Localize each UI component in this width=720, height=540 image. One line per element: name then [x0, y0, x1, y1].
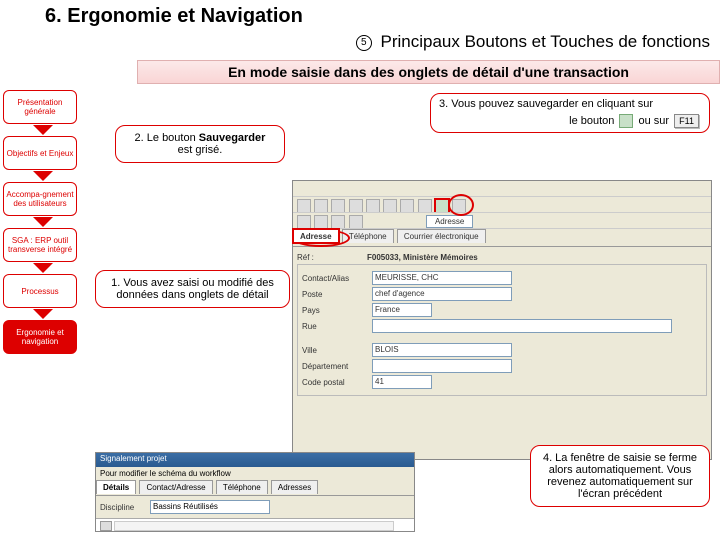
pays-label: Pays	[302, 306, 372, 315]
ref-value: F005033, Ministère Mémoires	[367, 253, 478, 262]
dept-label: Département	[302, 362, 372, 371]
ville-input[interactable]: BLOIS	[372, 343, 512, 357]
toolbar-button[interactable]	[349, 199, 363, 213]
mini-titlebar: Signalement projet	[96, 453, 414, 467]
toolbar-button[interactable]	[314, 199, 328, 213]
mode-banner: En mode saisie dans des onglets de détai…	[137, 60, 720, 84]
poste-input[interactable]: chef d'agence	[372, 287, 512, 301]
toolbar-button[interactable]	[297, 215, 311, 229]
menubar	[293, 181, 711, 197]
toolbar-button[interactable]	[331, 215, 345, 229]
toolbar-2: Adresse	[293, 213, 711, 229]
mini-tab-contact[interactable]: Contact/Adresse	[139, 480, 212, 494]
callout-3-line1: 3. Vous pouvez sauvegarder en cliquant s…	[439, 98, 701, 110]
save-icon	[619, 114, 633, 128]
toolbar-button[interactable]	[383, 199, 397, 213]
toolbar-button[interactable]	[452, 199, 466, 213]
cp-label: Code postal	[302, 378, 372, 387]
rue-label: Rue	[302, 322, 372, 331]
chevron-down-icon	[33, 263, 53, 273]
sidebar-item-presentation[interactable]: Présentation générale	[3, 90, 77, 124]
callout-3-pre: le bouton	[569, 115, 614, 127]
subtitle: 5 Principaux Boutons et Touches de fonct…	[356, 32, 710, 52]
contact-label: Contact/Alias	[302, 274, 372, 283]
chevron-down-icon	[33, 309, 53, 319]
cp-input[interactable]: 41	[372, 375, 432, 389]
poste-label: Poste	[302, 290, 372, 299]
sidebar-item-objectifs[interactable]: Objectifs et Enjeux	[3, 136, 77, 170]
callout-2-post: est grisé.	[178, 144, 223, 156]
callout-2: 2. Le bouton Sauvegarder est grisé.	[115, 125, 285, 163]
toolbar-button[interactable]	[314, 215, 328, 229]
mini-hint: Pour modifier le schéma du workflow	[96, 467, 414, 480]
subtitle-text: Principaux Boutons et Touches de fonctio…	[380, 32, 710, 51]
toolbar-button[interactable]	[331, 199, 345, 213]
f11-key: F11	[674, 114, 699, 128]
callout-1: 1. Vous avez saisi ou modifié des donnée…	[95, 270, 290, 308]
mini-window: Signalement projet Pour modifier le sché…	[95, 452, 415, 532]
sidebar-item-sga[interactable]: SGA : ERP outil transverse intégré	[3, 228, 77, 262]
callout-3: 3. Vous pouvez sauvegarder en cliquant s…	[430, 93, 710, 133]
toolbar-button[interactable]	[297, 199, 311, 213]
mini-discipline-label: Discipline	[100, 503, 150, 512]
mini-tab-details[interactable]: Détails	[96, 480, 136, 494]
dept-input[interactable]	[372, 359, 512, 373]
tab-courrier[interactable]: Courrier électronique	[397, 229, 486, 243]
ville-label: Ville	[302, 346, 372, 355]
ref-label: Réf :	[297, 253, 367, 262]
pays-input[interactable]: France	[372, 303, 432, 317]
adresse-button[interactable]: Adresse	[426, 215, 473, 228]
chevron-down-icon	[33, 171, 53, 181]
subtitle-number: 5	[356, 35, 372, 51]
sidebar-item-processus[interactable]: Processus	[3, 274, 77, 308]
toolbar-button[interactable]	[349, 215, 363, 229]
mini-tab-adr[interactable]: Adresses	[271, 480, 318, 494]
callout-2-bold: Sauvegarder	[199, 132, 266, 144]
save-button[interactable]	[435, 199, 449, 213]
chevron-down-icon	[33, 125, 53, 135]
tab-strip-top: Adresse Téléphone Courrier électronique	[293, 229, 711, 247]
mini-tab-tel[interactable]: Téléphone	[216, 480, 268, 494]
sidebar-item-accompagnement[interactable]: Accompa-gnement des utilisateurs	[3, 182, 77, 216]
app-window: Adresse Adresse Téléphone Courrier élect…	[292, 180, 712, 460]
callout-2-pre: 2. Le bouton	[135, 132, 196, 144]
toolbar-button[interactable]	[366, 199, 380, 213]
toolbar	[293, 197, 711, 213]
slide-title: 6. Ergonomie et Navigation	[45, 5, 303, 28]
sidebar: Présentation générale Objectifs et Enjeu…	[3, 90, 83, 356]
chevron-down-icon	[33, 217, 53, 227]
mini-discipline-input[interactable]: Bassins Réutilisés	[150, 500, 270, 514]
sidebar-item-ergonomie[interactable]: Ergonomie et navigation	[3, 320, 77, 354]
form-area: Réf : F005033, Ministère Mémoires Contac…	[293, 247, 711, 400]
callout-3-mid: ou sur	[639, 115, 670, 127]
contact-input[interactable]: MEURISSE, CHC	[372, 271, 512, 285]
tab-adresse[interactable]: Adresse	[293, 229, 339, 243]
rue-input[interactable]	[372, 319, 672, 333]
toolbar-button[interactable]	[400, 199, 414, 213]
callout-4: 4. La fenêtre de saisie se ferme alors a…	[530, 445, 710, 507]
tab-telephone[interactable]: Téléphone	[342, 229, 394, 243]
toolbar-button[interactable]	[418, 199, 432, 213]
